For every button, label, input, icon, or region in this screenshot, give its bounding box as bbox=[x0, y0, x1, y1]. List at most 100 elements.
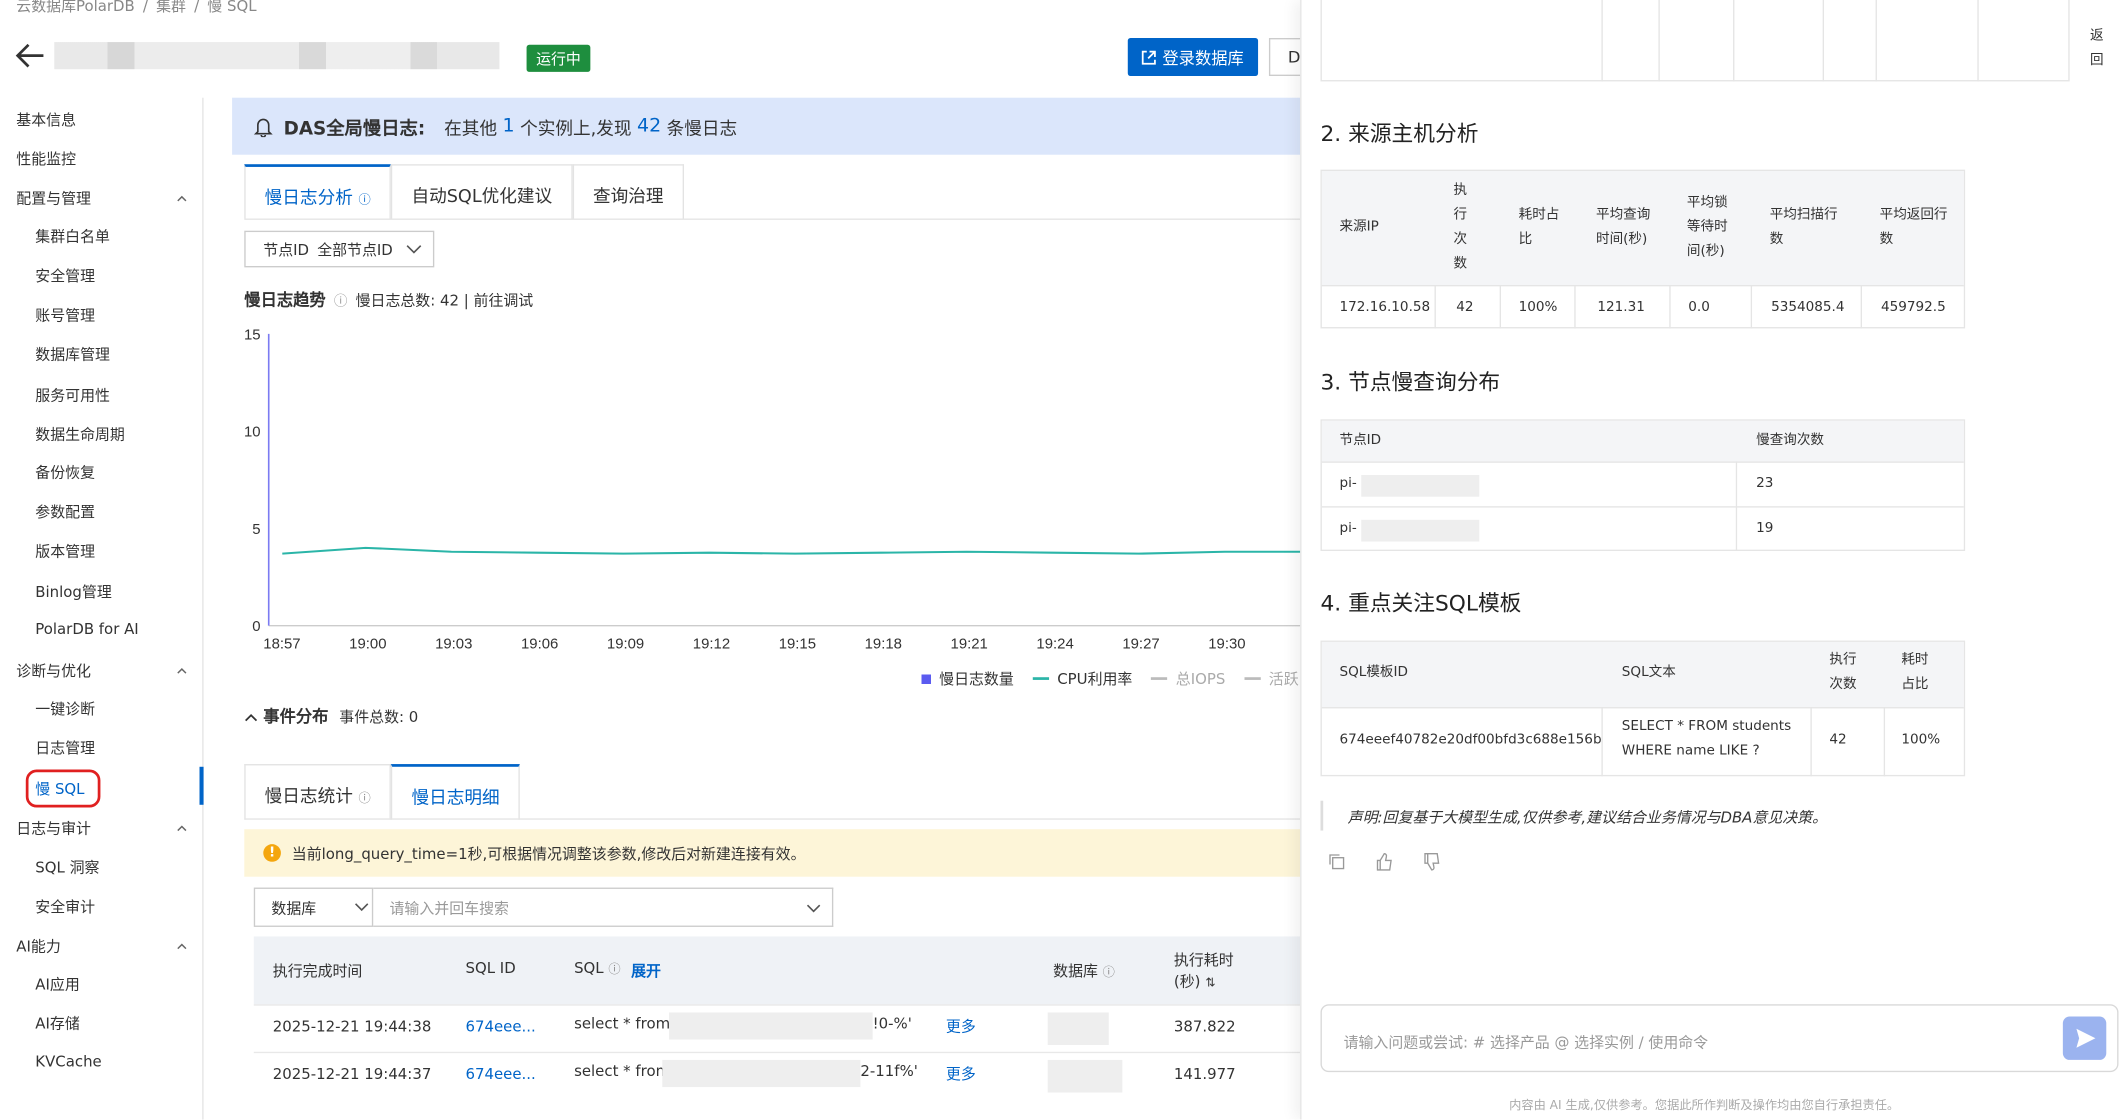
legend-item[interactable]: CPU利用率 bbox=[1032, 668, 1132, 690]
database-select[interactable]: 数据库 bbox=[253, 887, 374, 927]
chat-input[interactable]: 请输入问题或尝试: # 选择产品 @ 选择实例 / 使用命令 bbox=[1320, 1004, 2119, 1073]
das-log-count[interactable]: 42 bbox=[637, 115, 661, 137]
sidebar-item[interactable]: 诊断与优化 bbox=[16, 660, 91, 682]
back-arrow-icon[interactable] bbox=[14, 41, 47, 71]
x-tick-label: 19:18 bbox=[865, 636, 902, 653]
x-tick-label: 19:12 bbox=[693, 636, 730, 653]
section-key-sql-templates: 4. 重点关注SQL模板 bbox=[1320, 590, 1522, 617]
sql-id-link[interactable]: 674eee... bbox=[465, 1065, 535, 1083]
back-button[interactable]: 返回 bbox=[2090, 24, 2104, 73]
sidebar-item[interactable]: 日志管理 bbox=[35, 737, 95, 759]
sidebar-item[interactable]: AI应用 bbox=[35, 973, 79, 995]
y-tick-label: 0 bbox=[252, 618, 260, 635]
sidebar-item[interactable]: 性能监控 bbox=[16, 148, 76, 170]
analysis-tabs: 慢日志分析 ⓘ 自动SQL优化建议 查询治理 bbox=[244, 164, 684, 219]
sql-id-link[interactable]: 674eee... bbox=[465, 1018, 535, 1036]
breadcrumb-item: 慢 SQL bbox=[207, 0, 257, 15]
event-distribution-header[interactable]: 事件分布 事件总数: 0 bbox=[244, 704, 418, 727]
more-link[interactable]: 更多 bbox=[946, 1015, 976, 1037]
sidebar-item[interactable]: KVCache bbox=[35, 1053, 101, 1071]
sidebar-item[interactable]: 安全管理 bbox=[35, 265, 95, 287]
sidebar-item[interactable]: 版本管理 bbox=[35, 540, 95, 562]
sidebar-item[interactable]: 基本信息 bbox=[16, 109, 76, 131]
chevron-up-icon[interactable] bbox=[176, 940, 187, 951]
y-tick-label: 15 bbox=[244, 326, 261, 343]
sidebar-item[interactable]: 参数配置 bbox=[35, 501, 95, 523]
more-link[interactable]: 更多 bbox=[946, 1063, 976, 1085]
x-tick-label: 19:03 bbox=[435, 636, 472, 653]
sidebar-item[interactable]: 备份恢复 bbox=[35, 461, 95, 483]
tab-slow-log-stats[interactable]: 慢日志统计 ⓘ bbox=[244, 764, 392, 820]
copy-icon[interactable] bbox=[1327, 852, 1346, 871]
table-header bbox=[253, 936, 1313, 1005]
node-id-select[interactable]: 节点ID 全部节点ID bbox=[244, 230, 435, 268]
sidebar-item[interactable]: PolarDB for AI bbox=[35, 620, 138, 638]
legend-item[interactable]: 活跃 bbox=[1244, 668, 1299, 690]
chevron-down-icon bbox=[407, 244, 422, 253]
redacted-block bbox=[1047, 1059, 1123, 1093]
redacted-block bbox=[1361, 519, 1480, 542]
sidebar-item[interactable]: 一键诊断 bbox=[35, 698, 95, 720]
col-duration-unit: (秒) ⇅ bbox=[1173, 973, 1216, 991]
col-finish-time: 执行完成时间 bbox=[272, 962, 363, 980]
tab-auto-sql-optimization[interactable]: 自动SQL优化建议 bbox=[391, 164, 573, 219]
sidebar-item[interactable]: SQL 洞察 bbox=[35, 856, 99, 878]
tab-slow-log-detail[interactable]: 慢日志明细 bbox=[391, 764, 521, 820]
sort-icon[interactable]: ⇅ bbox=[1205, 977, 1215, 991]
tab-slow-log-analysis[interactable]: 慢日志分析 ⓘ bbox=[244, 164, 392, 219]
search-input[interactable]: 请输入并回车搜索 bbox=[373, 887, 834, 927]
y-tick-label: 5 bbox=[252, 521, 260, 538]
login-database-button[interactable]: 登录数据库 bbox=[1127, 37, 1259, 76]
send-button[interactable] bbox=[2062, 1016, 2107, 1060]
tab-query-governance[interactable]: 查询治理 bbox=[572, 164, 684, 219]
sidebar-item[interactable]: 账号管理 bbox=[35, 304, 95, 326]
breadcrumb-item[interactable]: 云数据库PolarDB bbox=[16, 0, 134, 15]
breadcrumb-item[interactable]: 集群 bbox=[156, 0, 186, 15]
thumbs-down-icon[interactable] bbox=[1422, 852, 1441, 871]
thumbs-up-icon[interactable] bbox=[1375, 852, 1394, 871]
legend-swatch bbox=[1032, 677, 1050, 680]
legend-item[interactable]: 总IOPS bbox=[1151, 668, 1225, 690]
send-icon bbox=[2076, 1028, 2096, 1048]
help-icon: ⓘ bbox=[358, 194, 371, 208]
sidebar-item[interactable]: Binlog管理 bbox=[35, 581, 111, 603]
section-node-distribution: 3. 节点慢查询分布 bbox=[1320, 369, 1501, 395]
help-icon[interactable]: ⓘ bbox=[334, 294, 348, 309]
sidebar-item[interactable]: 数据库管理 bbox=[35, 343, 110, 365]
x-tick-label: 18:57 bbox=[263, 636, 300, 653]
sidebar-item[interactable]: 安全审计 bbox=[35, 896, 95, 918]
col-sql: SQL ⓘ bbox=[574, 959, 621, 978]
sidebar-item[interactable]: 集群白名单 bbox=[35, 225, 110, 247]
sidebar-item[interactable]: 数据生命周期 bbox=[35, 423, 125, 445]
chevron-down-icon bbox=[354, 903, 369, 912]
detail-tabs: 慢日志统计 ⓘ 慢日志明细 bbox=[244, 764, 521, 820]
series-line-cpu bbox=[282, 546, 1303, 555]
col-database: 数据库 ⓘ bbox=[1053, 962, 1115, 980]
sidebar-item[interactable]: 日志与审计 bbox=[16, 817, 91, 839]
chevron-up-icon[interactable] bbox=[176, 665, 187, 676]
x-tick-label: 19:30 bbox=[1208, 636, 1245, 653]
redacted-block bbox=[669, 1012, 873, 1040]
das-instance-count[interactable]: 1 bbox=[503, 115, 515, 137]
ai-assistant-panel bbox=[1300, 0, 2128, 1120]
chevron-up-icon[interactable] bbox=[176, 822, 187, 833]
x-tick-label: 19:24 bbox=[1036, 636, 1073, 653]
trend-info: 慢日志总数: 42 | 前往调试 bbox=[355, 291, 534, 310]
das-banner: DAS全局慢日志: 在其他 1 个实例上,发现 42 条慢日志 bbox=[232, 97, 1305, 155]
sidebar-item[interactable]: 服务可用性 bbox=[35, 384, 110, 406]
sidebar-item[interactable]: AI存储 bbox=[35, 1012, 79, 1034]
chevron-up-icon[interactable] bbox=[176, 193, 187, 204]
help-icon: ⓘ bbox=[608, 963, 621, 978]
help-icon: ⓘ bbox=[358, 792, 371, 807]
event-count: 事件总数: 0 bbox=[339, 708, 419, 727]
expand-link[interactable]: 展开 bbox=[631, 959, 661, 981]
legend-item[interactable]: 慢日志数量 bbox=[921, 668, 1014, 690]
chevron-up-icon[interactable] bbox=[244, 712, 258, 722]
sidebar-item[interactable]: AI能力 bbox=[16, 935, 60, 957]
warning-text: 当前long_query_time=1秒,可根据情况调整该参数,修改后对新建连接… bbox=[291, 844, 806, 863]
chart-legend: 慢日志数量 CPU利用率 总IOPS 活跃 bbox=[921, 668, 1299, 690]
redacted-block bbox=[662, 1059, 861, 1088]
redacted-block bbox=[1361, 474, 1480, 497]
sidebar-item[interactable]: 配置与管理 bbox=[16, 187, 91, 209]
y-tick-label: 10 bbox=[244, 424, 261, 441]
